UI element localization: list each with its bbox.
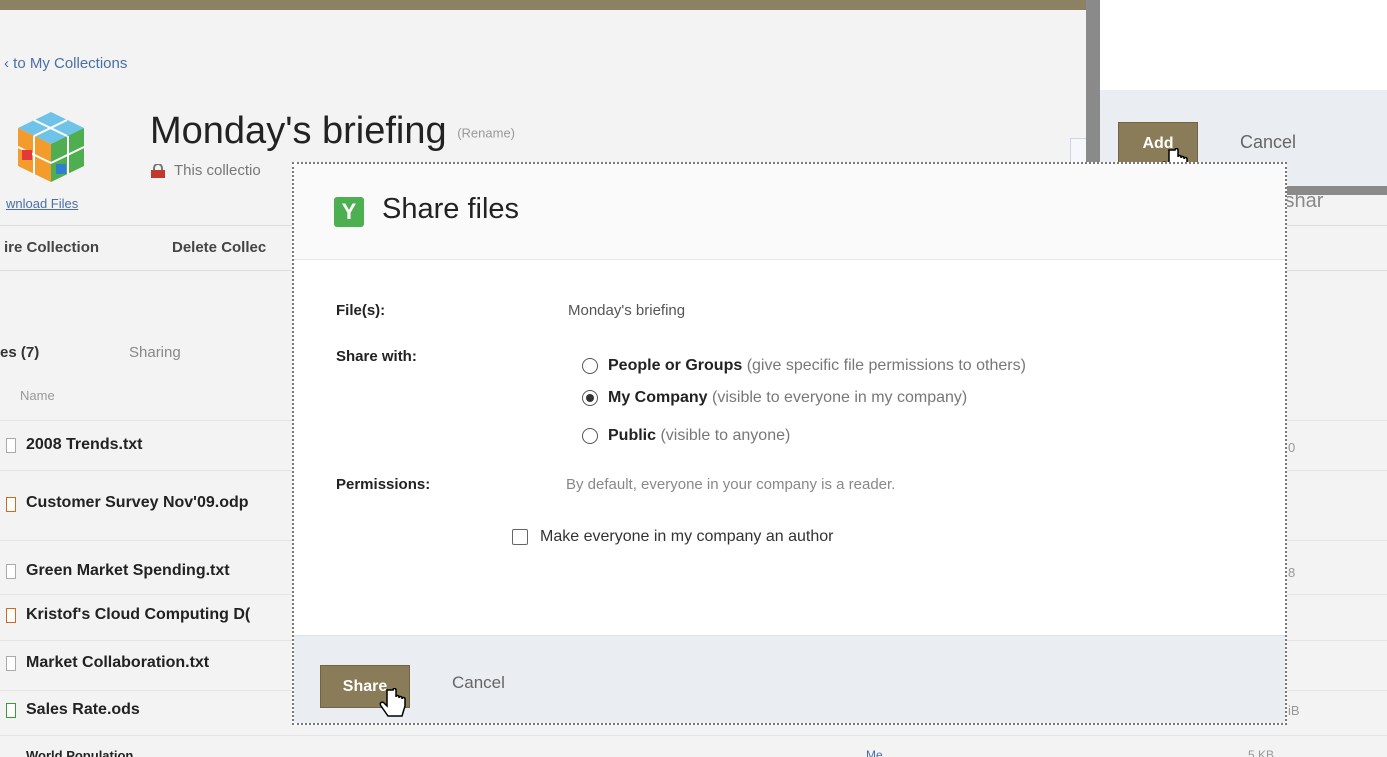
file-icon xyxy=(6,497,16,512)
rename-link[interactable]: (Rename) xyxy=(457,125,515,140)
file-name[interactable]: 2008 Trends.txt xyxy=(26,436,143,454)
back-to-collections-link[interactable]: ‹ to My Collections xyxy=(4,55,127,72)
dialog-header: Y Share files xyxy=(294,164,1285,260)
file-icon xyxy=(6,564,16,579)
files-value: Monday's briefing xyxy=(568,302,686,319)
option-label: Public xyxy=(608,427,657,444)
file-icon xyxy=(6,438,16,453)
cancel-link[interactable]: Cancel xyxy=(452,673,505,693)
make-author-label: Make everyone in my company an author xyxy=(540,528,834,545)
dialog-footer: Share Cancel xyxy=(294,635,1285,723)
owner-fragment[interactable]: Me xyxy=(866,748,883,757)
option-note: (visible to anyone) xyxy=(660,427,791,444)
collection-cube-icon xyxy=(17,112,85,182)
file-name[interactable]: Green Market Spending.txt xyxy=(26,562,230,580)
make-author-checkbox[interactable] xyxy=(512,529,528,545)
radio-button[interactable] xyxy=(582,428,598,444)
file-name[interactable]: Kristof's Cloud Computing D( xyxy=(26,606,250,624)
collection-subtitle-text: This collectio xyxy=(174,162,261,179)
y-logo-icon: Y xyxy=(334,197,364,227)
dialog-title: Share files xyxy=(382,193,520,225)
share-collection-action[interactable]: ire Collection xyxy=(4,239,99,256)
file-name[interactable]: Customer Survey Nov'09.odp xyxy=(26,494,249,512)
file-name[interactable]: World Population xyxy=(26,748,133,757)
option-people-or-groups[interactable]: People or Groups (give specific file per… xyxy=(582,357,1026,375)
option-label: My Company xyxy=(608,389,708,406)
size-fragment: iB xyxy=(1288,703,1300,718)
file-name[interactable]: Market Collaboration.txt xyxy=(26,654,209,672)
column-header-name[interactable]: Name xyxy=(20,388,55,403)
size-fragment: 8 xyxy=(1288,565,1296,580)
tab-sharing[interactable]: Sharing xyxy=(129,344,181,361)
download-files-link[interactable]: wnload Files xyxy=(6,196,78,211)
share-files-dialog: Y Share files File(s): Monday's briefing… xyxy=(292,162,1287,725)
row-divider xyxy=(0,735,1387,736)
tab-files[interactable]: es (7) xyxy=(0,344,39,361)
permissions-text: By default, everyone in your company is … xyxy=(566,476,896,493)
collection-title-text: Monday's briefing xyxy=(150,110,447,152)
add-dialog-body: Add Cancel xyxy=(1100,0,1387,186)
option-label: People or Groups xyxy=(608,357,743,374)
file-icon xyxy=(6,656,16,671)
radio-button[interactable] xyxy=(582,358,598,374)
file-name[interactable]: Sales Rate.ods xyxy=(26,701,140,719)
make-author-option[interactable]: Make everyone in my company an author xyxy=(512,528,833,546)
option-note: (give specific file permissions to other… xyxy=(746,357,1026,374)
file-icon xyxy=(6,608,16,623)
option-public[interactable]: Public (visible to anyone) xyxy=(582,427,790,445)
collection-subtitle: This collectio xyxy=(150,162,261,179)
permissions-label: Permissions: xyxy=(336,476,431,493)
size-fragment: 0 xyxy=(1288,440,1296,455)
collection-title: Monday's briefing (Rename) xyxy=(150,110,515,153)
radio-button-selected[interactable] xyxy=(582,390,598,406)
lock-icon xyxy=(151,163,165,178)
file-icon xyxy=(6,703,16,718)
delete-collection-action[interactable]: Delete Collec xyxy=(172,239,266,256)
files-label: File(s): xyxy=(336,302,386,319)
share-with-label: Share with: xyxy=(336,348,417,365)
dialog-edge xyxy=(1086,0,1100,186)
size-fragment: 5 KB xyxy=(1248,748,1275,757)
option-my-company[interactable]: My Company (visible to everyone in my co… xyxy=(582,389,967,407)
hand-cursor-icon xyxy=(379,688,406,717)
add-cancel-link[interactable]: Cancel xyxy=(1240,132,1296,153)
option-note: (visible to everyone in my company) xyxy=(712,389,968,406)
